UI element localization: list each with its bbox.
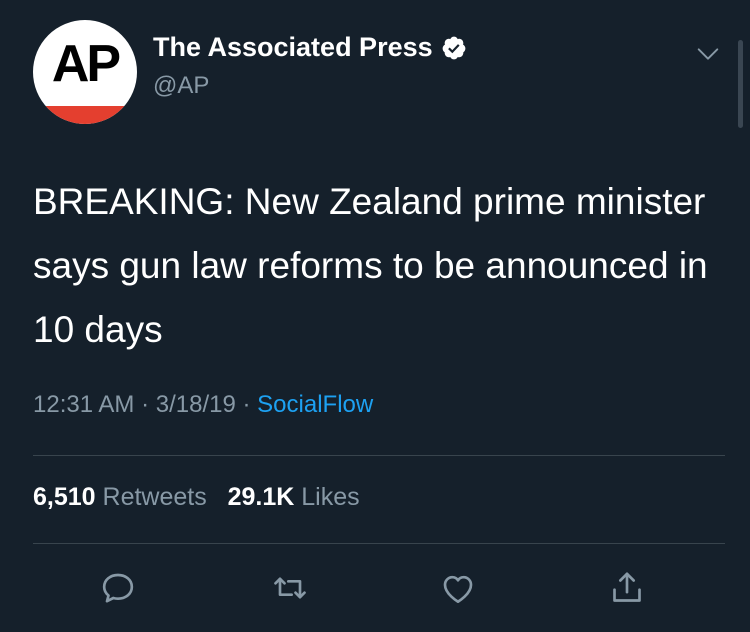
share-icon (613, 572, 641, 602)
engagement-stats: 6,510 Retweets 29.1K Likes (33, 483, 360, 512)
display-name-row[interactable]: The Associated Press (153, 32, 467, 63)
tweet-source-link[interactable]: SocialFlow (257, 391, 373, 418)
scrollbar[interactable] (738, 40, 743, 128)
avatar-stripe (33, 106, 137, 124)
reply-icon (102, 573, 134, 603)
tweet-time[interactable]: 12:31 AM (33, 391, 134, 418)
likes-count: 29.1K (227, 483, 295, 511)
avatar[interactable]: AP (33, 20, 137, 124)
chevron-down-icon[interactable] (694, 40, 722, 68)
likes-label: Likes (301, 483, 360, 511)
retweets-count: 6,510 (33, 483, 96, 511)
tweet-date[interactable]: 3/18/19 (156, 391, 236, 418)
action-bar (0, 566, 750, 610)
retweet-icon (274, 577, 306, 599)
retweets-stat[interactable]: 6,510 Retweets (33, 483, 214, 511)
like-button[interactable] (436, 566, 480, 610)
meta-separator: · (141, 391, 150, 418)
divider (33, 543, 725, 544)
avatar-logo-text: AP (51, 35, 121, 93)
tweet-text: BREAKING: New Zealand prime minister say… (33, 181, 708, 350)
handle[interactable]: @AP (153, 72, 209, 100)
tweet-detail: AP The Associated Press @AP BREAKING: Ne… (0, 0, 750, 632)
reply-button[interactable] (96, 566, 140, 610)
retweets-label: Retweets (102, 483, 207, 511)
retweet-button[interactable] (268, 566, 312, 610)
tweet-meta: 12:31 AM · 3/18/19 · SocialFlow (33, 391, 373, 419)
divider (33, 455, 725, 456)
meta-separator: · (242, 391, 251, 418)
share-button[interactable] (605, 566, 649, 610)
likes-stat[interactable]: 29.1K Likes (228, 483, 360, 511)
verified-badge-icon (442, 36, 465, 59)
like-icon (443, 575, 473, 603)
display-name[interactable]: The Associated Press (153, 32, 433, 63)
